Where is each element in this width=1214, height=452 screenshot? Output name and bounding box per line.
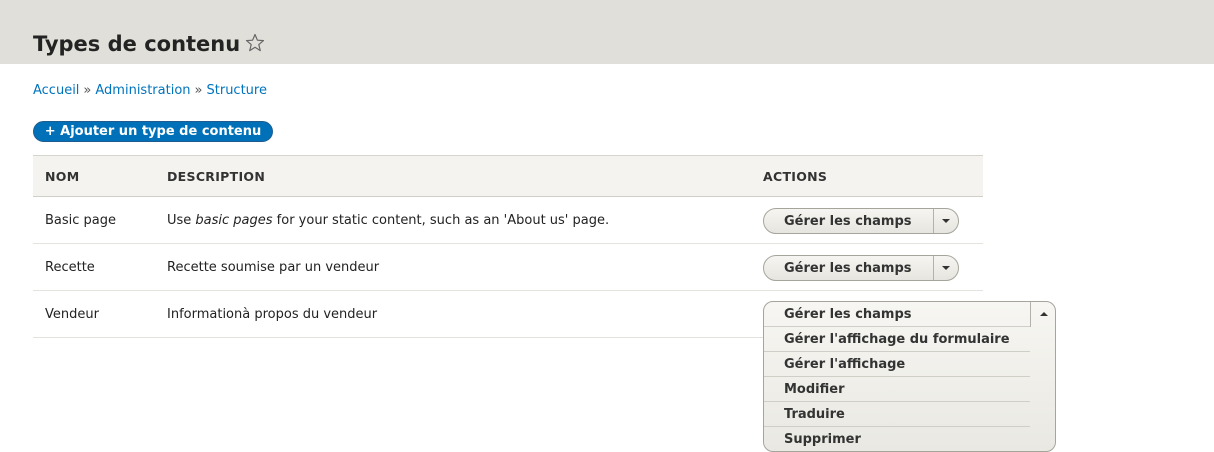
column-header-actions: ACTIONS	[763, 169, 828, 184]
breadcrumb-separator: »	[83, 83, 92, 98]
content-type-name: Recette	[45, 260, 95, 275]
menu-item-translate[interactable]: Traduire	[764, 402, 1030, 427]
page-title: Types de contenu	[33, 32, 241, 56]
column-header-description: DESCRIPTION	[167, 169, 266, 184]
star-icon[interactable]	[245, 33, 265, 53]
content-type-name: Basic page	[45, 213, 117, 228]
content-type-description: Recette soumise par un vendeur	[167, 260, 380, 275]
menu-item-manage-fields[interactable]: Gérer les champs	[764, 302, 1030, 327]
menu-item-delete[interactable]: Supprimer	[764, 427, 1030, 452]
operations-dropdown-open: Gérer les champs Gérer l'affichage du fo…	[763, 301, 1056, 452]
manage-fields-button[interactable]: Gérer les champs	[784, 260, 912, 277]
content-type-name: Vendeur	[45, 307, 99, 322]
add-content-type-button[interactable]: + Ajouter un type de contenu	[33, 121, 273, 142]
caret-up-icon	[1040, 312, 1048, 316]
table-header: NOM DESCRIPTION ACTIONS	[33, 155, 983, 197]
content-type-description: Use basic pages for your static content,…	[167, 212, 609, 229]
manage-fields-button[interactable]: Gérer les champs	[784, 213, 912, 230]
menu-item-label: Gérer les champs	[784, 307, 912, 322]
description-emphasis: basic pages	[195, 213, 273, 228]
menu-item-label: Modifier	[784, 382, 845, 397]
description-text: Use	[167, 213, 196, 228]
dropbutton-toggle[interactable]	[934, 256, 958, 280]
breadcrumb-link-administration[interactable]: Administration	[95, 83, 190, 98]
table-row: Basic page Use basic pages for your stat…	[33, 197, 983, 244]
menu-item-manage-display[interactable]: Gérer l'affichage	[764, 352, 1030, 377]
table-row: Recette Recette soumise par un vendeur G…	[33, 244, 983, 291]
menu-item-label: Supprimer	[784, 432, 861, 447]
menu-item-label: Gérer l'affichage du formulaire	[784, 332, 1010, 347]
dropbutton-toggle[interactable]	[1030, 302, 1056, 327]
menu-item-label: Traduire	[784, 407, 845, 422]
caret-down-icon	[942, 219, 950, 223]
breadcrumb-link-structure[interactable]: Structure	[207, 83, 267, 98]
operations-dropbutton: Gérer les champs	[763, 255, 959, 281]
column-header-name: NOM	[45, 169, 80, 184]
operations-dropbutton: Gérer les champs	[763, 208, 959, 234]
menu-item-manage-form-display[interactable]: Gérer l'affichage du formulaire	[764, 327, 1030, 352]
dropbutton-toggle[interactable]	[934, 209, 958, 233]
breadcrumb: Accueil» Administration» Structure	[33, 82, 267, 99]
breadcrumb-separator: »	[194, 83, 203, 98]
description-text: for your static content, such as an 'Abo…	[272, 213, 610, 228]
caret-down-icon	[942, 266, 950, 270]
content-type-description: Informationà propos du vendeur	[167, 307, 378, 322]
menu-item-edit[interactable]: Modifier	[764, 377, 1030, 402]
breadcrumb-link-accueil[interactable]: Accueil	[33, 83, 79, 98]
page-header: Types de contenu	[0, 0, 1214, 64]
menu-item-label: Gérer l'affichage	[784, 357, 906, 372]
